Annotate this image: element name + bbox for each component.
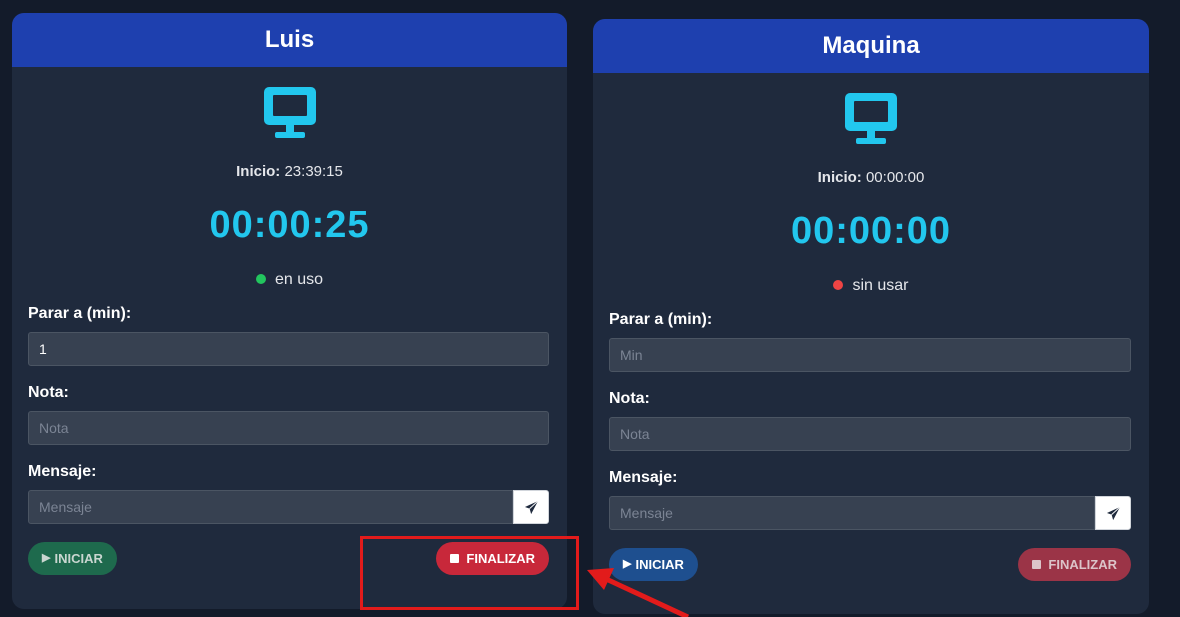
monitor-icon [845,93,897,144]
start-button[interactable]: ▶ INICIAR [609,548,698,581]
stop-at-label: Parar a (min): [609,311,713,328]
elapsed-timer: 00:00:00 [790,210,952,252]
elapsed-timer: 00:00:25 [209,204,370,246]
start-button[interactable]: ▶ INICIAR [28,542,117,575]
stop-at-input[interactable] [609,338,1131,372]
status-indicator: sin usar [593,277,1149,295]
message-input[interactable] [28,490,513,524]
play-icon: ▶ [42,552,51,564]
start-time: Inicio: 00:00:00 [593,169,1149,186]
message-label: Mensaje: [28,463,97,480]
status-dot [833,279,844,290]
start-time-value: 00:00:00 [865,169,925,186]
finish-button[interactable]: FINALIZAR [436,542,549,575]
note-label: Nota: [609,390,650,407]
stop-icon [1032,560,1042,569]
pc-card-maquina: Maquina Inicio: 00:00:00 00:00:00 sin us… [593,19,1149,614]
note-input[interactable] [609,417,1131,451]
finish-button[interactable]: FINALIZAR [1018,548,1131,581]
start-button-label: INICIAR [54,551,103,566]
message-input[interactable] [609,496,1095,530]
send-message-button[interactable] [1095,496,1131,530]
start-time-value: 23:39:15 [284,163,343,180]
paper-plane-icon [524,500,538,514]
status-indicator: en uso [12,271,567,289]
note-label: Nota: [28,384,69,401]
paper-plane-icon [1106,506,1120,520]
status-dot [255,273,266,284]
note-input[interactable] [28,411,549,445]
send-message-button[interactable] [513,490,549,524]
monitor-icon [263,87,316,138]
status-text: en uso [274,271,324,288]
start-time: Inicio: 23:39:15 [12,163,567,180]
start-button-label: INICIAR [635,557,684,572]
stop-icon [450,554,460,563]
stop-at-input[interactable] [28,332,549,366]
stop-at-label: Parar a (min): [28,305,132,322]
pc-card-luis: Luis Inicio: 23:39:15 00:00:25 en uso Pa… [12,13,567,609]
finish-button-label: FINALIZAR [466,551,535,566]
finish-button-label: FINALIZAR [1048,557,1117,572]
play-icon: ▶ [623,558,632,570]
card-title: Luis [12,13,567,67]
start-time-label: Inicio: [236,163,281,180]
status-text: sin usar [852,277,909,294]
start-time-label: Inicio: [817,169,862,186]
message-label: Mensaje: [609,469,678,486]
card-title: Maquina [593,19,1149,73]
